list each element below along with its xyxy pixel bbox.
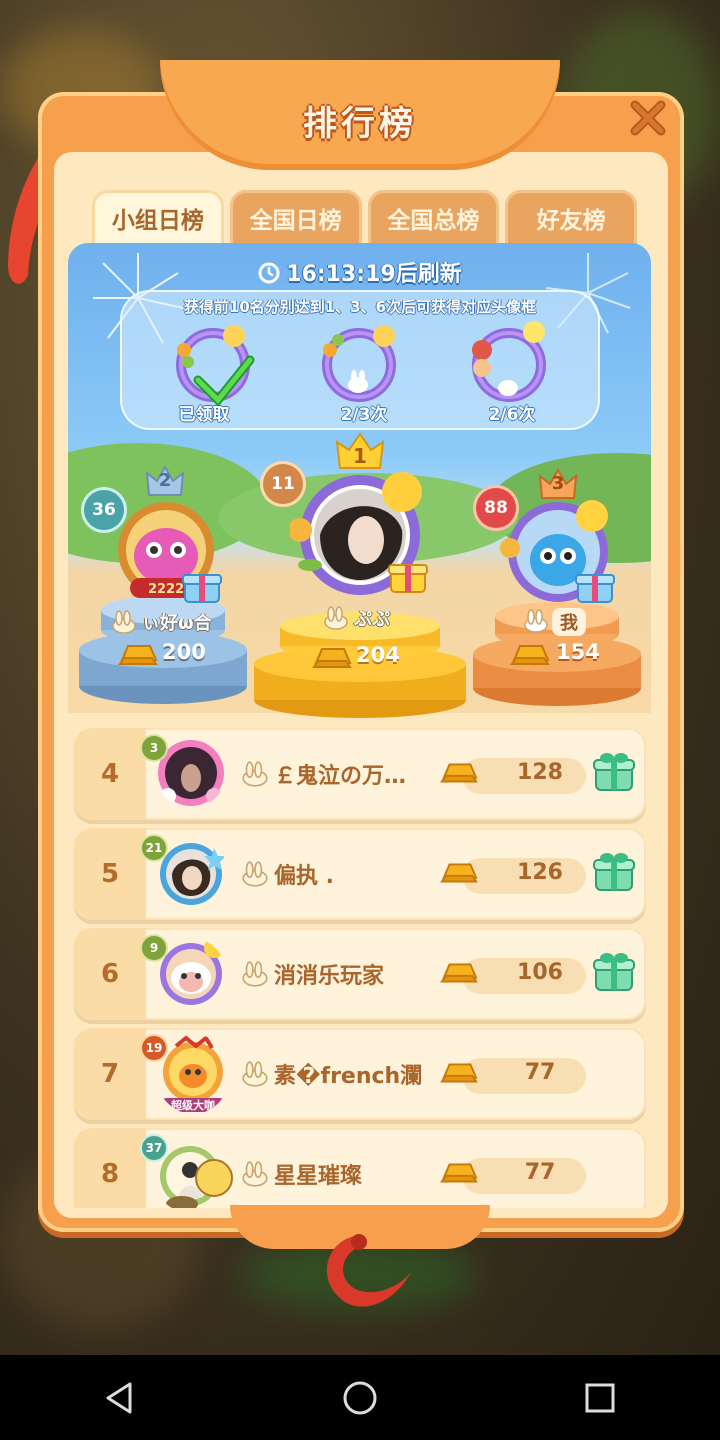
row-rank: 4 [100,759,120,789]
avatar [158,740,224,806]
ranking-list[interactable]: 4 3 ￡鬼泣の万… 128 5 21 偏执 . 126 6 9 消消乐玩家 1… [60,720,660,1208]
gift-icon[interactable] [182,566,222,604]
reward-description: 获得前10名分别达到1、3、6次后可获得对应头像框 [183,298,537,316]
clock-icon [258,262,280,284]
level-badge: 9 [142,936,166,960]
gift-icon[interactable] [592,950,636,994]
timer-text: 16:13:19后刷新 [286,262,462,287]
back-triangle-icon [106,1382,132,1413]
frame-label-3: 2/6次 [488,405,536,425]
player-score: 77 [524,1160,556,1185]
frame-label-2: 2/3次 [340,405,388,425]
list-item[interactable]: 5 21 偏执 . 126 [74,828,646,920]
bunny-icon [242,861,268,887]
podium-score-3: 154 [556,640,600,664]
bunny-icon [324,606,348,630]
gift-icon[interactable] [388,556,428,594]
tab-national-total[interactable]: 全国总榜 [367,190,500,246]
ribbon-decoration [326,1234,411,1307]
podium-rank-1: 1 [353,444,367,468]
home-button[interactable] [330,1368,390,1428]
level-badge: 21 [142,836,166,860]
player-name: 星星璀璨 [274,1164,363,1189]
podium-name-3: 我 [552,608,586,636]
podium-badge-text: 2222 [148,582,185,597]
list-item[interactable]: 4 3 ￡鬼泣の万… 128 [74,728,646,820]
list-item[interactable]: 6 9 消消乐玩家 106 [74,928,646,1020]
player-score: 128 [517,760,563,785]
row-rank: 8 [100,1159,120,1189]
frame-label-1: 已领取 [178,405,230,425]
bunny-icon [112,610,136,634]
player-name: 素�french瀾 [274,1064,423,1089]
player-score: 106 [517,960,563,985]
bunny-icon [242,1061,268,1087]
bunny-icon [524,609,548,633]
back-button[interactable] [90,1368,150,1428]
gold-bar-icon [118,645,158,665]
podium-name-2: ぃ好ω合 [142,613,212,634]
gold-bar-icon [510,645,550,665]
avatar-frame-1[interactable] [168,320,258,410]
avatar-frame-3[interactable] [464,320,554,410]
list-item[interactable]: 7 超级大咖 19 素�french瀾 77 [74,1028,646,1120]
player-name: 消消乐玩家 [274,964,385,989]
podium-rank-3: 3 [551,473,565,494]
player-name: ￡鬼泣の万… [274,764,407,789]
bunny-icon [242,1161,268,1187]
avatar: 超级大咖 [162,1035,224,1112]
podium-score-2: 200 [162,640,206,664]
player-name: 偏执 . [274,864,335,889]
level-badge: 37 [142,1136,166,1160]
bunny-icon [242,761,268,787]
level-badge: 3 [142,736,166,760]
podium-rank-2: 2 [158,470,172,491]
refresh-timer: 16:13:19后刷新 [0,256,720,288]
recents-button[interactable] [570,1368,630,1428]
player-score: 77 [524,1060,556,1085]
podium-name-1: ぷぷ [354,609,390,630]
avatar [160,938,224,1005]
tab-group-daily[interactable]: 小组日榜 [92,190,224,246]
gold-bar-icon [440,763,478,783]
gift-icon[interactable] [575,566,615,604]
row-rank: 6 [100,959,120,989]
level-badge: 19 [142,1036,166,1060]
tab-national-daily[interactable]: 全国日榜 [229,190,362,246]
player-score: 126 [517,860,563,885]
row-rank: 5 [100,859,120,889]
gift-icon[interactable] [592,750,636,794]
recents-square-icon [585,1383,615,1412]
gold-bar-icon [440,963,478,983]
avatar-caption: 超级大咖 [170,1098,215,1112]
system-nav-bar [0,1355,720,1440]
row-rank: 7 [100,1059,120,1089]
home-circle-icon [343,1381,377,1414]
gold-bar-icon [440,1163,478,1183]
gold-bar-icon [440,863,478,883]
gold-bar-icon [312,648,352,668]
level-badge: 36 [84,490,124,530]
list-item[interactable]: 8 37 星星璀璨 77 [74,1128,646,1208]
bunny-icon [242,961,268,987]
podium-score-1: 204 [356,643,400,667]
gift-icon[interactable] [592,850,636,894]
avatar [160,843,226,905]
gold-bar-icon [440,1063,478,1083]
close-icon [630,100,666,136]
page-title: 排行榜 [303,104,417,144]
tab-friends[interactable]: 好友榜 [505,190,637,246]
avatar-frame-2[interactable] [314,320,404,410]
level-badge: 88 [476,488,516,528]
level-badge: 11 [263,464,303,504]
close-button[interactable] [626,96,670,140]
tab-bar: 小组日榜 全国日榜 全国总榜 好友榜 [92,190,637,246]
